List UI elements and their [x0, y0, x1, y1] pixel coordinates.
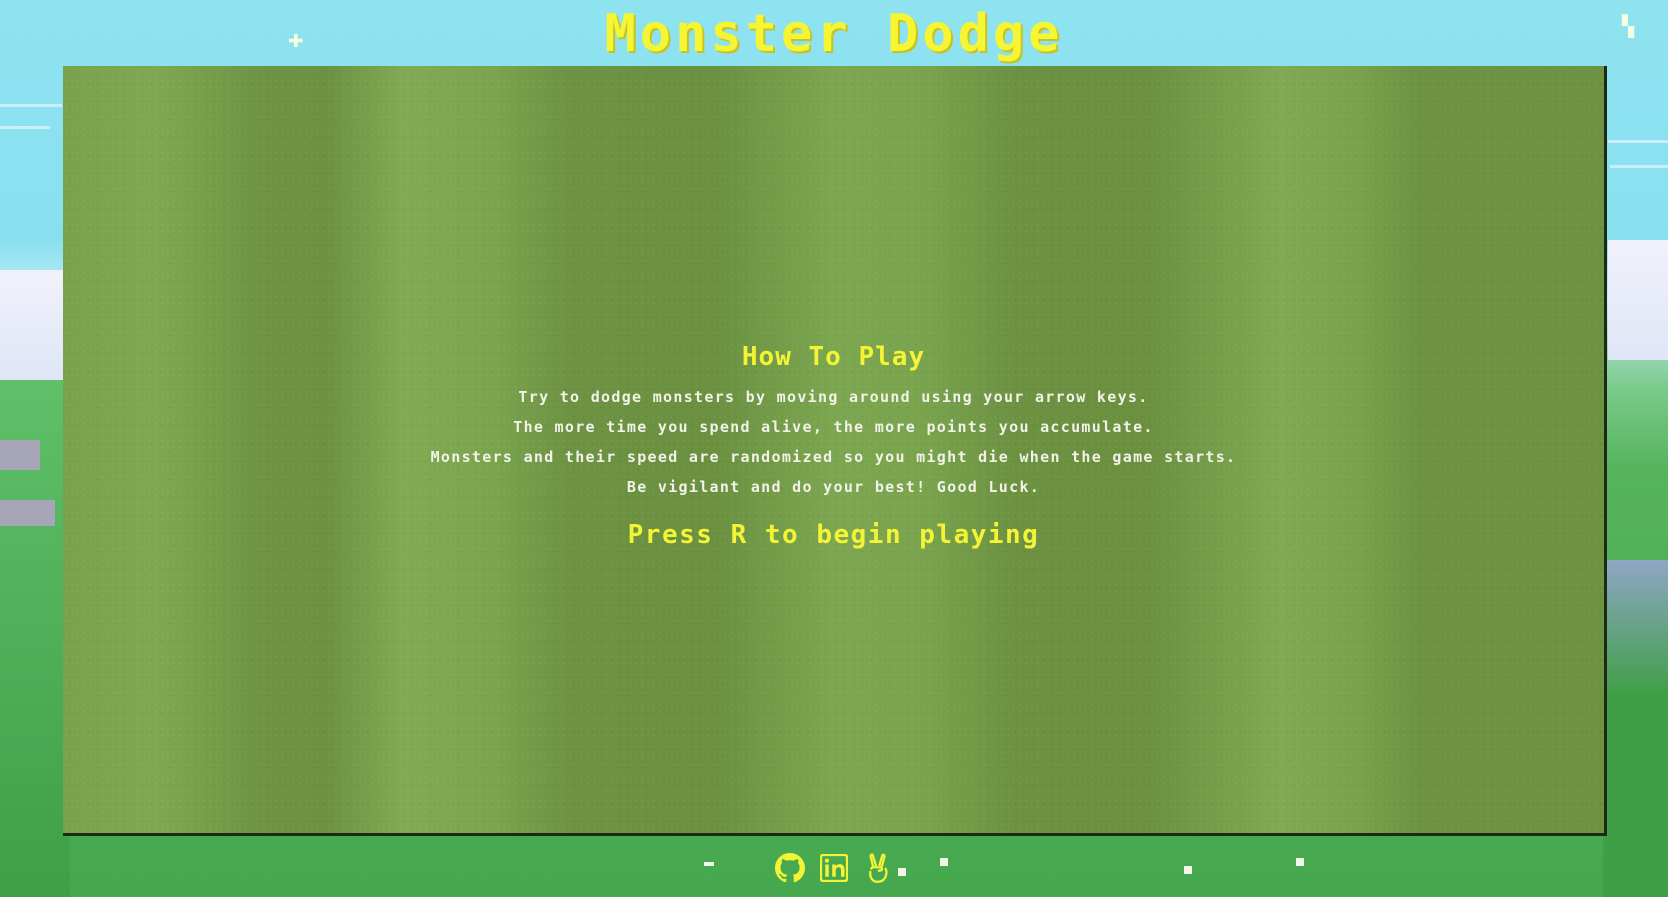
how-to-play-heading: How To Play [741, 342, 926, 372]
background-rock [0, 440, 40, 470]
background-cloud-streak [0, 126, 50, 129]
instruction-line: Try to dodge monsters by moving around u… [518, 388, 1149, 406]
start-prompt: Press R to begin playing [627, 520, 1040, 550]
linkedin-link[interactable] [819, 852, 849, 884]
instruction-line: Monsters and their speed are randomized … [430, 448, 1237, 466]
background-cloud-streak [1608, 140, 1668, 143]
background-cloud-streak [0, 104, 62, 107]
github-icon [775, 853, 805, 883]
background-hill-right [1603, 560, 1668, 897]
game-title: Monster Dodge [604, 4, 1064, 64]
linkedin-icon [820, 854, 848, 882]
background-rock [0, 500, 55, 526]
instructions-panel: How To Play Try to dodge monsters by mov… [63, 342, 1604, 550]
angellist-icon [869, 853, 888, 883]
social-links [0, 852, 1668, 884]
background-cloud-streak [1610, 165, 1668, 168]
instruction-line: The more time you spend alive, the more … [513, 418, 1154, 436]
background-cloud-left [0, 270, 70, 380]
game-canvas[interactable]: How To Play Try to dodge monsters by mov… [63, 66, 1607, 836]
github-link[interactable] [775, 852, 805, 884]
instruction-line: Be vigilant and do your best! Good Luck. [626, 478, 1041, 496]
background-cloud-right [1608, 240, 1668, 360]
angellist-link[interactable] [863, 852, 893, 884]
